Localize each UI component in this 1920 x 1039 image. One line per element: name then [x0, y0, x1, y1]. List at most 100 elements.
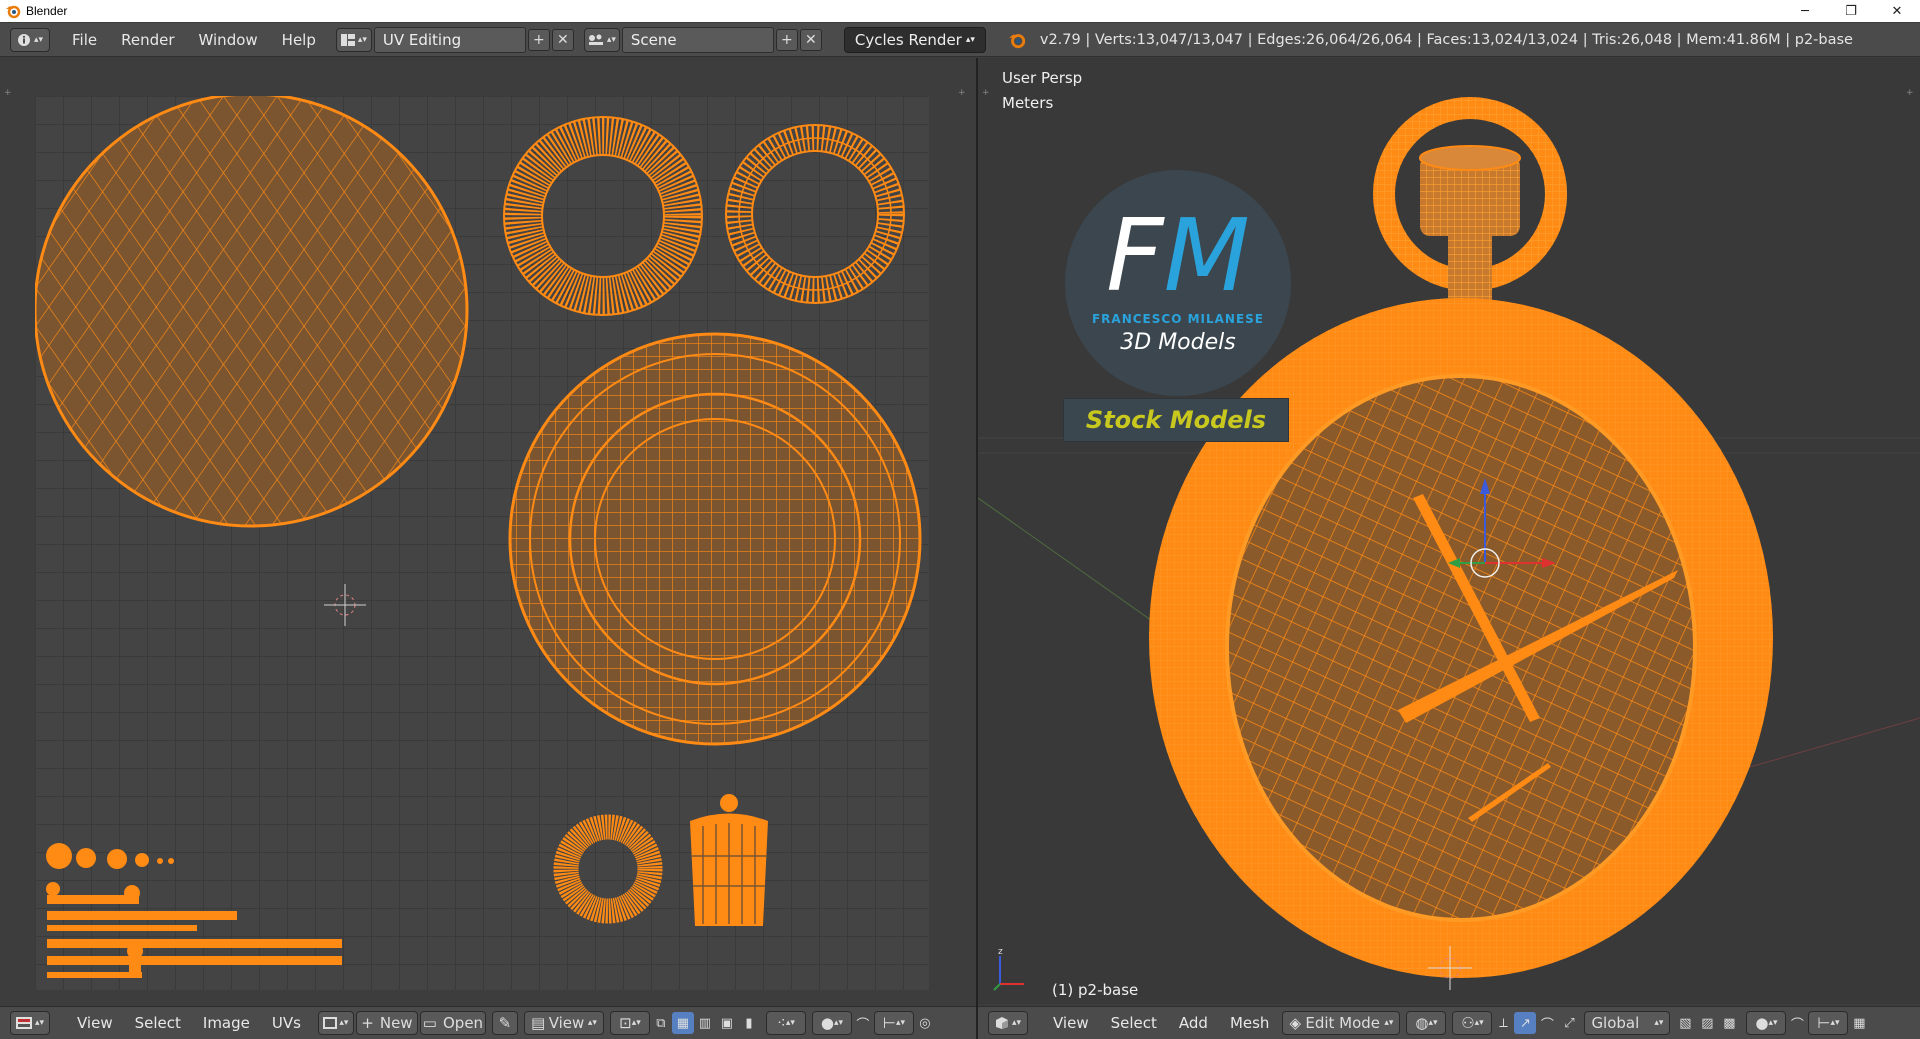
- vertex-select-button[interactable]: ▦: [671, 1012, 694, 1034]
- rotate-manipulator-button[interactable]: ⌒: [1536, 1012, 1558, 1034]
- delete-scene-button[interactable]: ✕: [799, 28, 822, 51]
- editor-type-button[interactable]: ▴▾: [10, 1011, 50, 1035]
- mode-label: Edit Mode: [1305, 1014, 1381, 1032]
- render-engine-label: Cycles Render: [854, 30, 962, 49]
- snap-element-dropdown[interactable]: ⊢ ▴▾: [873, 1011, 914, 1035]
- pivot-icon: ⚇: [1461, 1014, 1475, 1032]
- uv-island-back-circle[interactable]: [508, 332, 922, 746]
- blender-logo-icon: [1009, 33, 1026, 48]
- vertex-select-button[interactable]: ▧: [1674, 1012, 1696, 1034]
- uv-island-ring-1[interactable]: [503, 116, 703, 316]
- scale-manipulator-button[interactable]: ⤢: [1558, 1012, 1580, 1034]
- uv-island-face-circle[interactable]: [33, 92, 469, 528]
- manipulator-toggle[interactable]: ⟂: [1492, 1012, 1514, 1034]
- screen-layout-selector[interactable]: ▴▾: [335, 27, 372, 52]
- vp-menu-add[interactable]: Add: [1168, 1014, 1219, 1032]
- snap-button[interactable]: ⌒: [1786, 1012, 1808, 1034]
- pivot-point-dropdown[interactable]: ⚇ ▴▾: [1452, 1011, 1493, 1035]
- 2d-cursor[interactable]: [324, 584, 366, 626]
- vp-menu-select[interactable]: Select: [1100, 1014, 1168, 1032]
- sticky-select-dropdown[interactable]: ⁖ ▴▾: [765, 1011, 806, 1035]
- vp-menu-view[interactable]: View: [1042, 1014, 1100, 1032]
- image-mode-dropdown[interactable]: ▤ View ▴▾: [523, 1011, 604, 1035]
- scene-icon: [588, 34, 603, 45]
- proportional-edit-dropdown[interactable]: ● ▴▾: [811, 1011, 852, 1035]
- open-image-button[interactable]: ▭ Open: [419, 1011, 486, 1035]
- proportional-icon: ●: [820, 1014, 834, 1032]
- image-mode-icon: ▤: [530, 1014, 546, 1032]
- snap-element-dropdown[interactable]: ⊢ ▴▾: [1808, 1011, 1849, 1035]
- uv-image-editor[interactable]: + +: [0, 58, 976, 1004]
- render-preview-icon[interactable]: ▦: [1848, 1012, 1870, 1034]
- sticky-icon: ⁖: [777, 1014, 786, 1032]
- add-scene-button[interactable]: +: [775, 28, 798, 51]
- face-select-button[interactable]: ▣: [716, 1012, 738, 1034]
- pin-image-button[interactable]: ✎: [491, 1011, 518, 1035]
- menu-window[interactable]: Window: [187, 23, 270, 57]
- pivot-dot-icon[interactable]: ◎: [914, 1012, 936, 1034]
- plus-icon: +: [533, 31, 545, 48]
- info-icon: [17, 33, 30, 46]
- image-mode-label: View: [548, 1014, 585, 1032]
- plus-icon: +: [361, 1014, 374, 1032]
- uv-menu-image[interactable]: Image: [192, 1014, 261, 1032]
- pivot-point-dropdown[interactable]: ⊡ ▴▾: [609, 1011, 650, 1035]
- viewport-header: ▴▾ View Select Add Mesh ◈ Edit Mode ▴▾ ◍ ▴▾…: [978, 1006, 1920, 1039]
- close-icon: ✕: [557, 31, 569, 48]
- delete-screen-button[interactable]: ✕: [551, 28, 574, 51]
- sync-selection-button[interactable]: ⧉: [650, 1012, 672, 1034]
- translate-manipulator-button[interactable]: ↗: [1514, 1012, 1537, 1034]
- restore-button[interactable]: ❐: [1828, 0, 1874, 22]
- orientation-dropdown[interactable]: Global ▴▾: [1584, 1011, 1671, 1035]
- shading-icon: ◍: [1415, 1014, 1429, 1032]
- island-select-button[interactable]: ▮: [738, 1012, 760, 1034]
- proportional-edit-dropdown[interactable]: ● ▴▾: [1746, 1011, 1787, 1035]
- viewport-shading-dropdown[interactable]: ◍ ▴▾: [1406, 1011, 1447, 1035]
- new-image-button[interactable]: + New: [355, 1011, 418, 1035]
- uv-island-ring-2[interactable]: [725, 124, 905, 304]
- menu-file[interactable]: File: [60, 23, 109, 57]
- open-image-label: Open: [442, 1014, 484, 1032]
- new-image-label: New: [379, 1014, 413, 1032]
- face-select-button[interactable]: ▩: [1718, 1012, 1740, 1034]
- logo-letter-m: M: [1163, 197, 1250, 314]
- uv-menu-view[interactable]: View: [66, 1014, 124, 1032]
- folder-icon: ▭: [422, 1014, 437, 1032]
- close-button[interactable]: ✕: [1874, 0, 1920, 22]
- uv-island-small-parts[interactable]: [46, 843, 342, 978]
- snap-icon: ⊢: [882, 1014, 896, 1032]
- logo-letter-f: F: [1106, 197, 1164, 314]
- editor-type-button[interactable]: ▴▾: [988, 1011, 1028, 1035]
- uv-menu-uvs[interactable]: UVs: [261, 1014, 312, 1032]
- watermark-logo-text: FM: [1065, 206, 1291, 306]
- uv-island-small-ring[interactable]: [553, 814, 663, 924]
- snap-button[interactable]: ⌒: [852, 1012, 874, 1034]
- vp-menu-mesh[interactable]: Mesh: [1219, 1014, 1281, 1032]
- uv-menu-select[interactable]: Select: [124, 1014, 192, 1032]
- mode-dropdown[interactable]: ◈ Edit Mode ▴▾: [1282, 1011, 1401, 1035]
- plus-icon: +: [781, 31, 793, 48]
- properties-expand-icon[interactable]: +: [958, 88, 966, 98]
- edit-mode-icon: ◈: [1289, 1014, 1301, 1032]
- toolbar-expand-icon[interactable]: +: [4, 88, 12, 98]
- menu-render[interactable]: Render: [109, 23, 186, 57]
- edge-select-button[interactable]: ▥: [694, 1012, 716, 1034]
- editor-type-button[interactable]: ▴▾: [10, 27, 50, 52]
- window-title: Blender: [26, 4, 68, 18]
- orientation-label: Global: [1591, 1014, 1640, 1032]
- add-screen-button[interactable]: +: [527, 28, 550, 51]
- render-engine-dropdown[interactable]: Cycles Render ▴▾: [843, 26, 986, 53]
- uv-canvas[interactable]: [33, 92, 929, 990]
- scene-field[interactable]: Scene: [621, 26, 774, 53]
- close-icon: ✕: [805, 31, 817, 48]
- edge-select-button[interactable]: ▨: [1696, 1012, 1718, 1034]
- info-header: ▴▾ File Render Window Help ▴▾ UV Editing…: [0, 23, 1920, 57]
- image-browse-button[interactable]: ▴▾: [317, 1011, 354, 1035]
- 3d-viewport[interactable]: + + User Persp Meters z FM FRANCESCO MIL…: [978, 58, 1920, 1004]
- uv-island-crown[interactable]: [690, 794, 768, 926]
- scene-selector[interactable]: ▴▾: [583, 27, 620, 52]
- minimize-button[interactable]: ─: [1782, 0, 1828, 22]
- screen-layout-field[interactable]: UV Editing: [373, 26, 526, 53]
- proportional-icon: ●: [1755, 1014, 1769, 1032]
- menu-help[interactable]: Help: [270, 23, 328, 57]
